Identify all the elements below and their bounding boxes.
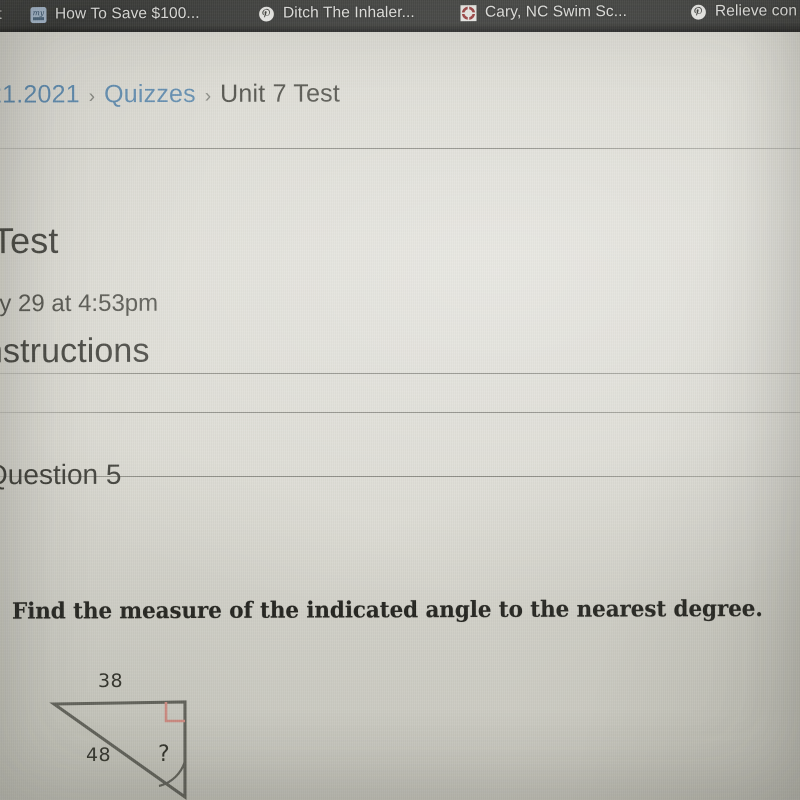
browser-tab-title: Ditch The Inhaler... (282, 3, 415, 22)
screenshot-photo: 21.2021 › Quizzes › Unit 7 Test Test ay … (0, 0, 800, 800)
triangle-top-side-label: 38 (98, 670, 123, 692)
browser-tab[interactable]: it (0, 0, 12, 30)
canvas-quiz-page: 21.2021 › Quizzes › Unit 7 Test Test ay … (0, 32, 800, 800)
breadcrumb-separator-icon: › (88, 86, 96, 108)
right-angle-marker-icon (164, 702, 185, 723)
triangle-diagram-icon (49, 700, 187, 800)
pinterest-icon (258, 5, 275, 22)
triangle-unknown-angle-label: ? (158, 742, 171, 767)
svg-text:my: my (33, 8, 45, 17)
right-triangle-figure: 38 48 ? (30, 662, 260, 800)
question-body: Find the measure of the indicated angle … (0, 552, 800, 800)
browser-tab[interactable]: Relieve con (684, 0, 800, 27)
breadcrumb: 21.2021 › Quizzes › Unit 7 Test (0, 79, 340, 109)
swim-club-icon (460, 4, 477, 21)
breadcrumb-separator-icon: › (204, 85, 212, 107)
question-prompt: Find the measure of the indicated angle … (11, 596, 763, 625)
divider-instructions-bottom (0, 412, 800, 413)
browser-tab-strip: it my How To Save $100... Ditch The Inhaler… (0, 0, 800, 36)
browser-tab-title: it (0, 6, 2, 24)
breadcrumb-course-link[interactable]: 21.2021 (0, 80, 80, 109)
triangle-hypotenuse-label: 48 (86, 744, 111, 766)
divider-breadcrumb (0, 148, 800, 149)
pinterest-icon (690, 3, 707, 20)
divider-instructions-top (0, 373, 800, 374)
page-title: Test (0, 219, 59, 262)
browser-tab[interactable]: my How To Save $100... (24, 0, 210, 30)
browser-tab-title: Relieve con (714, 2, 798, 20)
instructions-heading: nstructions (0, 331, 150, 371)
browser-tab-title: Cary, NC Swim Sc... (484, 3, 628, 21)
browser-tab[interactable]: Ditch The Inhaler... (252, 0, 425, 29)
browser-tab[interactable]: Cary, NC Swim Sc... (454, 0, 637, 28)
browser-tab-title: How To Save $100... (54, 4, 200, 23)
question-heading: Question 5 (0, 458, 122, 491)
breadcrumb-current: Unit 7 Test (220, 79, 341, 108)
breadcrumb-quizzes-link[interactable]: Quizzes (104, 80, 196, 109)
quiz-due-date: ay 29 at 4:53pm (0, 289, 159, 318)
mint-finance-icon: my (30, 6, 47, 23)
